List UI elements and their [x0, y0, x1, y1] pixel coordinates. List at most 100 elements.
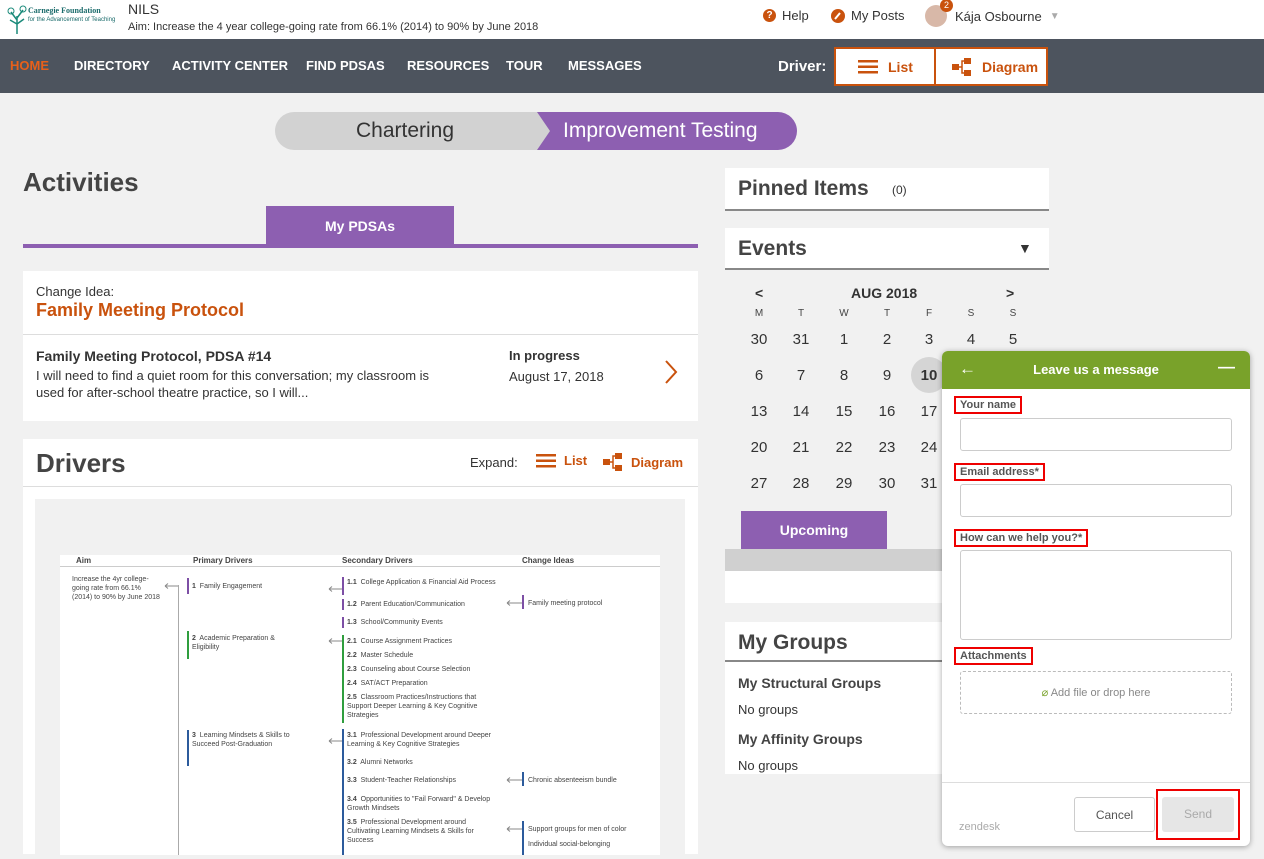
secondary-bar [342, 617, 344, 628]
calendar-day[interactable]: 5 [996, 331, 1030, 348]
secondary-driver-2-4[interactable]: 2.4 SAT/ACT Preparation [347, 679, 497, 688]
secondary-driver-2-3[interactable]: 2.3 Counseling about Course Selection [347, 665, 497, 674]
driver-diagram-area[interactable]: Aim Primary Drivers Secondary Drivers Ch… [35, 499, 685, 859]
secondary-driver-3-1[interactable]: 3.1 Professional Development around Deep… [347, 731, 497, 749]
arrow-left-icon [328, 738, 342, 744]
drivers-heading: Drivers [36, 448, 126, 478]
calendar-day[interactable]: 23 [870, 439, 904, 456]
divider [23, 486, 698, 487]
my-posts-link[interactable]: My Posts [831, 8, 904, 23]
message-field[interactable] [960, 550, 1232, 640]
tab-upcoming[interactable]: Upcoming [741, 511, 887, 549]
calendar-day[interactable]: 20 [742, 439, 776, 456]
secondary-driver-2-5[interactable]: 2.5 Classroom Practices/Instructions tha… [347, 693, 497, 720]
change-idea-1[interactable]: Family meeting protocol [528, 599, 648, 608]
chevron-right-icon[interactable] [663, 359, 679, 385]
calendar-day[interactable]: 27 [742, 475, 776, 492]
driver-list-button[interactable]: List [834, 47, 936, 86]
calendar-dow: T [883, 308, 891, 319]
nav-tour[interactable]: TOUR [506, 58, 543, 73]
divider [23, 334, 698, 335]
list-icon [858, 59, 878, 73]
change-idea-3[interactable]: Support groups for men of color [528, 825, 648, 834]
calendar-day[interactable]: 30 [870, 475, 904, 492]
expand-list-label: List [564, 453, 588, 468]
name-field[interactable] [960, 418, 1232, 451]
minimize-icon[interactable]: — [1218, 357, 1235, 377]
structural-groups-heading: My Structural Groups [738, 675, 882, 691]
secondary-driver-3-4[interactable]: 3.4 Opportunities to "Fail Forward" & De… [347, 795, 497, 813]
pdsa-title[interactable]: Family Meeting Protocol, PDSA #14 [36, 348, 271, 364]
calendar-day[interactable]: 15 [827, 403, 861, 420]
secondary-driver-1-1[interactable]: 1.1 College Application & Financial Aid … [347, 578, 497, 587]
calendar-day[interactable]: 14 [784, 403, 818, 420]
secondary-driver-1-3[interactable]: 1.3 School/Community Events [347, 618, 497, 627]
tab-my-pdsas[interactable]: My PDSAs [266, 206, 454, 244]
calendar-day[interactable]: 13 [742, 403, 776, 420]
drop-text: Add file or drop here [1050, 687, 1151, 699]
calendar-day[interactable]: 16 [870, 403, 904, 420]
calendar-day[interactable]: 1 [827, 331, 861, 348]
primary-driver-1[interactable]: 1 Family Engagement [192, 582, 302, 591]
primary-driver-3[interactable]: 3 Learning Mindsets & Skills to Succeed … [192, 731, 292, 749]
nav-home[interactable]: HOME [10, 58, 49, 73]
collapse-triangle-icon[interactable]: ▼ [1018, 240, 1032, 256]
expand-diagram-label: Diagram [631, 454, 684, 470]
events-panel: Events ▼ [725, 228, 1049, 270]
change-idea-4[interactable]: Individual social-belonging intervention… [528, 840, 648, 849]
email-field[interactable] [960, 484, 1232, 517]
change-idea-title[interactable]: Family Meeting Protocol [36, 300, 244, 321]
calendar-day[interactable]: 30 [742, 331, 776, 348]
calendar-dow: S [967, 308, 975, 319]
help-link[interactable]: ? Help [763, 8, 809, 23]
nav-find-pdsas[interactable]: FIND PDSAS [306, 58, 385, 73]
phase-progress: Chartering Improvement Testing [275, 112, 797, 150]
secondary-driver-2-1[interactable]: 2.1 Course Assignment Practices [347, 637, 497, 646]
secondary-driver-3-2[interactable]: 3.2 Alumni Networks [347, 758, 497, 767]
expand-list-button[interactable]: List [536, 453, 587, 468]
primary-driver-2[interactable]: 2 Academic Preparation & Eligibility [192, 634, 292, 652]
user-menu[interactable]: 2 Kája Osbourne ▼ [925, 0, 1060, 27]
calendar-day[interactable]: 31 [912, 475, 946, 492]
secondary-driver-2-2[interactable]: 2.2 Master Schedule [347, 651, 497, 660]
calendar-next[interactable]: > [1006, 285, 1014, 301]
change-idea-bar [522, 595, 524, 609]
calendar-day[interactable]: 10 [912, 367, 946, 384]
carnegie-logo[interactable]: Carnegie Foundation for the Advancement … [6, 2, 122, 36]
calendar-day[interactable]: 3 [912, 331, 946, 348]
nav-activity-center[interactable]: ACTIVITY CENTER [172, 58, 288, 73]
secondary-driver-1-2[interactable]: 1.2 Parent Education/Communication [347, 600, 497, 609]
cancel-button[interactable]: Cancel [1074, 797, 1155, 832]
notification-badge: 2 [940, 0, 953, 12]
calendar-day[interactable]: 29 [827, 475, 861, 492]
change-idea-2[interactable]: Chronic absenteeism bundle [528, 776, 648, 785]
phase-improvement-testing[interactable]: Improvement Testing [537, 112, 797, 150]
calendar-day[interactable]: 8 [827, 367, 861, 384]
calendar-day[interactable]: 21 [784, 439, 818, 456]
send-button[interactable]: Send [1162, 797, 1234, 832]
driver-diagram-button[interactable]: Diagram [934, 47, 1048, 86]
zendesk-logo[interactable]: zendesk [959, 821, 1000, 833]
calendar-day[interactable]: 22 [827, 439, 861, 456]
file-drop-zone[interactable]: ⌀ Add file or drop here [960, 671, 1232, 714]
calendar-prev[interactable]: < [755, 285, 763, 301]
calendar-day[interactable]: 17 [912, 403, 946, 420]
nav-messages[interactable]: MESSAGES [568, 58, 642, 73]
calendar-day[interactable]: 2 [870, 331, 904, 348]
calendar-day[interactable]: 4 [954, 331, 988, 348]
attachments-label: Attachments [954, 647, 1033, 665]
calendar-day[interactable]: 6 [742, 367, 776, 384]
calendar-day[interactable]: 24 [912, 439, 946, 456]
nav-resources[interactable]: RESOURCES [407, 58, 489, 73]
secondary-driver-3-3[interactable]: 3.3 Student-Teacher Relationships [347, 776, 497, 785]
pdsa-description: I will need to find a quiet room for thi… [36, 368, 430, 400]
widget-footer-divider [942, 782, 1250, 783]
phase-chartering[interactable]: Chartering [275, 112, 565, 150]
calendar-day[interactable]: 28 [784, 475, 818, 492]
calendar-day[interactable]: 31 [784, 331, 818, 348]
expand-diagram-button[interactable]: Diagram [603, 453, 683, 471]
secondary-driver-3-5[interactable]: 3.5 Professional Development around Cult… [347, 818, 497, 845]
calendar-day[interactable]: 7 [784, 367, 818, 384]
nav-directory[interactable]: DIRECTORY [74, 58, 150, 73]
calendar-day[interactable]: 9 [870, 367, 904, 384]
